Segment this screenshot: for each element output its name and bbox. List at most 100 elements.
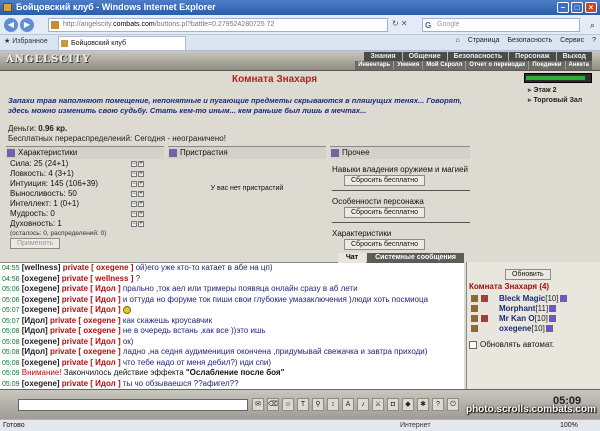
- menu-my-scroll[interactable]: Мой Скролл: [423, 61, 466, 70]
- stat-minus-button[interactable]: −: [131, 191, 137, 197]
- msg-time[interactable]: 04:55: [2, 265, 20, 272]
- stat-plus-button[interactable]: +: [138, 211, 144, 217]
- msg-time[interactable]: 05:09: [2, 381, 20, 388]
- msg-from[interactable]: [oxegene]: [22, 358, 60, 367]
- chat-log[interactable]: Чат Системные сообщения 04:55 [wellness]…: [0, 253, 464, 389]
- home-icon[interactable]: ⌂: [455, 37, 459, 44]
- msg-from[interactable]: [Идол]: [22, 316, 48, 325]
- msg-private[interactable]: private [ oxegene ]: [50, 347, 121, 356]
- msg-private[interactable]: private [ oxegene ]: [50, 316, 121, 325]
- player-info-icon[interactable]: [545, 325, 553, 333]
- help-chat-icon[interactable]: ?: [432, 398, 444, 411]
- msg-private[interactable]: private [ Идол ]: [62, 358, 121, 367]
- msg-time[interactable]: 05:07: [2, 307, 20, 314]
- address-bar[interactable]: http://angelscity.combats.com/buttons.pl…: [48, 18, 388, 32]
- refresh-stop-icons[interactable]: ↻ ✕: [392, 19, 408, 28]
- menu-profile[interactable]: Анкета: [565, 61, 592, 70]
- stat-plus-button[interactable]: +: [138, 201, 144, 207]
- msg-private[interactable]: private [ Идол ]: [62, 284, 121, 293]
- back-icon[interactable]: ◀: [4, 18, 18, 32]
- msg-private[interactable]: private [ Идол ]: [62, 379, 121, 388]
- nav-floor-2[interactable]: Этаж 2: [528, 86, 582, 96]
- reset-weapon-skills-button[interactable]: Сбросить бесплатно: [344, 175, 425, 186]
- stat-minus-button[interactable]: −: [131, 181, 137, 187]
- player-info-icon[interactable]: [559, 295, 567, 303]
- player-info-icon[interactable]: [549, 305, 557, 313]
- smiley-picker-icon[interactable]: ☺: [282, 398, 294, 411]
- stat-plus-button[interactable]: +: [138, 161, 144, 167]
- msg-from[interactable]: [oxegene]: [22, 337, 60, 346]
- map-icon[interactable]: ◆: [402, 398, 414, 411]
- msg-time[interactable]: 05:09: [2, 370, 20, 377]
- msg-time[interactable]: 05:06: [2, 297, 20, 304]
- msg-private[interactable]: private [ Идол ]: [62, 337, 121, 346]
- stat-plus-button[interactable]: +: [138, 181, 144, 187]
- menu-fights[interactable]: Поединки: [529, 61, 565, 70]
- page-menu[interactable]: Страница: [468, 37, 500, 44]
- fight-icon[interactable]: ⚔: [372, 398, 384, 411]
- help-icon[interactable]: ?: [592, 37, 596, 44]
- msg-time[interactable]: 05:08: [2, 349, 20, 356]
- tab-chat[interactable]: Чат: [337, 253, 367, 263]
- stat-plus-button[interactable]: +: [138, 221, 144, 227]
- menu-inventory[interactable]: Инвентарь: [355, 61, 394, 70]
- reset-stats-button[interactable]: Сбросить бесплатно: [344, 239, 425, 250]
- msg-private[interactable]: private [ oxegene ]: [63, 263, 134, 272]
- favorites-button[interactable]: ★ Избранное: [4, 37, 48, 45]
- private-chat-icon[interactable]: [471, 295, 478, 302]
- chat-font-icon[interactable]: A: [342, 398, 354, 411]
- menu-skills[interactable]: Умения: [394, 61, 423, 70]
- msg-from[interactable]: [oxegene]: [22, 295, 60, 304]
- close-window-button[interactable]: ×: [585, 2, 597, 13]
- forward-icon[interactable]: ▶: [20, 18, 34, 32]
- msg-from[interactable]: [oxegene]: [22, 274, 60, 283]
- exit-icon[interactable]: ⏻: [447, 398, 459, 411]
- player-name[interactable]: Bleck Magic: [499, 294, 545, 303]
- private-chat-icon[interactable]: [471, 315, 478, 322]
- menu-knowledge[interactable]: Знания: [364, 52, 402, 61]
- apply-button[interactable]: Применить: [10, 238, 61, 249]
- private-chat-icon[interactable]: [471, 325, 478, 332]
- msg-private[interactable]: private [ wellness ]: [62, 274, 134, 283]
- msg-time[interactable]: 05:08: [2, 328, 20, 335]
- msg-from[interactable]: [Идол]: [22, 326, 48, 335]
- msg-from[interactable]: [wellness]: [22, 263, 61, 272]
- bag-icon[interactable]: ◘: [387, 398, 399, 411]
- msg-from[interactable]: [oxegene]: [22, 305, 60, 314]
- msg-time[interactable]: 05:06: [2, 286, 20, 293]
- player-name[interactable]: Morphant: [499, 304, 535, 313]
- nav-trade-hall[interactable]: Торговый Зал: [528, 96, 582, 106]
- msg-private[interactable]: private [ Идол ]: [62, 305, 121, 314]
- search-box[interactable]: G Google ⌕: [422, 18, 595, 32]
- sound-icon[interactable]: ♪: [357, 398, 369, 411]
- menu-character[interactable]: Персонаж: [509, 52, 556, 61]
- msg-from[interactable]: [oxegene]: [22, 284, 60, 293]
- auto-refresh-toggle[interactable]: Обновлять автомат.: [469, 340, 554, 349]
- msg-from[interactable]: [oxegene]: [22, 379, 60, 388]
- msg-time[interactable]: 05:07: [2, 318, 20, 325]
- refresh-list-button[interactable]: Обновить: [505, 269, 551, 280]
- zoom-level[interactable]: 100%: [560, 420, 578, 431]
- scroll-lock-icon[interactable]: ↕: [327, 398, 339, 411]
- stat-minus-button[interactable]: −: [131, 221, 137, 227]
- stat-minus-button[interactable]: −: [131, 161, 137, 167]
- player-name[interactable]: Mr Kan O: [499, 314, 535, 323]
- stat-minus-button[interactable]: −: [131, 211, 137, 217]
- safety-menu[interactable]: Безопасность: [507, 37, 552, 44]
- stat-plus-button[interactable]: +: [138, 171, 144, 177]
- menu-exit[interactable]: Выход: [556, 52, 592, 61]
- stat-minus-button[interactable]: −: [131, 171, 137, 177]
- filter-icon[interactable]: ⚲: [312, 398, 324, 411]
- stat-minus-button[interactable]: −: [131, 201, 137, 207]
- send-icon[interactable]: ✉: [252, 398, 264, 411]
- menu-transfer-report[interactable]: Отчет о переводах: [466, 61, 529, 70]
- browser-tab[interactable]: Бойцовский клуб: [58, 36, 186, 50]
- private-chat-icon[interactable]: [471, 305, 478, 312]
- tab-system-messages[interactable]: Системные сообщения: [367, 253, 464, 263]
- msg-private[interactable]: private [ oxegene ]: [50, 326, 121, 335]
- maximize-button[interactable]: □: [571, 2, 583, 13]
- player-info-icon[interactable]: [548, 315, 556, 323]
- clear-icon[interactable]: ⌫: [267, 398, 279, 411]
- stat-plus-button[interactable]: +: [138, 191, 144, 197]
- search-icon[interactable]: ⌕: [590, 19, 595, 31]
